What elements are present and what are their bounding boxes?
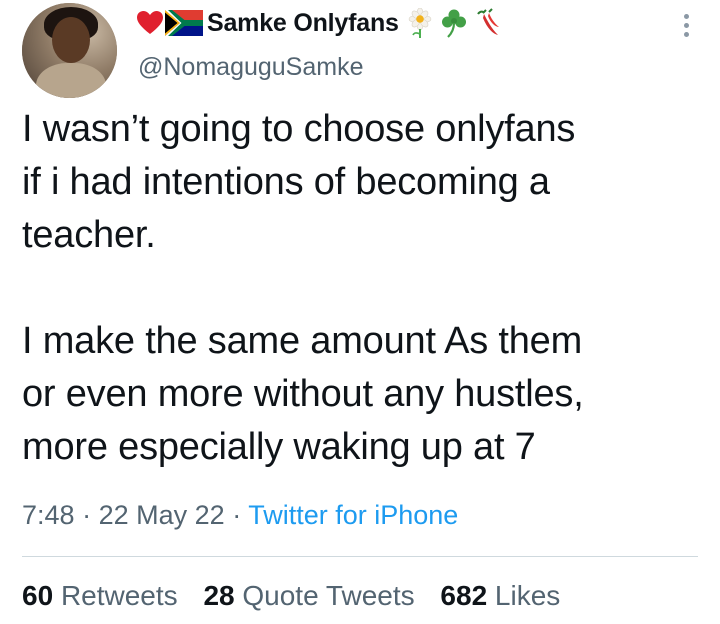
south-africa-flag-icon xyxy=(165,10,203,36)
tweet-source-link[interactable]: Twitter for iPhone xyxy=(248,500,458,530)
likes-count: 682 xyxy=(440,580,488,611)
likes-label: Likes xyxy=(494,580,561,611)
divider xyxy=(22,556,698,557)
red-heart-icon xyxy=(137,11,163,34)
quote-tweets-stat[interactable]: 28 Quote Tweets xyxy=(203,580,414,611)
avatar[interactable] xyxy=(22,3,117,98)
tweet-stats: 60 Retweets 28 Quote Tweets 682 Likes xyxy=(22,580,578,612)
meta-separator: · xyxy=(232,500,242,530)
shamrock-icon xyxy=(441,9,466,38)
retweets-label: Retweets xyxy=(60,580,178,611)
author-display-name[interactable]: Samke Onlyfans xyxy=(207,9,399,38)
meta-separator: · xyxy=(82,500,92,530)
author-name-row[interactable]: Samke Onlyfans xyxy=(137,5,501,41)
retweets-stat[interactable]: 60 Retweets xyxy=(22,580,178,611)
author-handle[interactable]: @NomaguguSamke xyxy=(138,53,364,82)
tweet-time[interactable]: 7:48 xyxy=(22,500,75,530)
tweet-meta: 7:48 · 22 May 22 · Twitter for iPhone xyxy=(22,500,458,531)
chili-pepper-icon xyxy=(476,8,499,35)
tweet-date[interactable]: 22 May 22 xyxy=(99,500,225,530)
likes-stat[interactable]: 682 Likes xyxy=(440,580,560,611)
quotes-count: 28 xyxy=(203,580,235,611)
tweet-text: I wasn’t going to choose onlyfans if i h… xyxy=(22,108,584,468)
more-options-icon[interactable] xyxy=(684,14,690,37)
quotes-label: Quote Tweets xyxy=(242,580,415,611)
daisy-blossom-icon xyxy=(408,8,432,38)
retweets-count: 60 xyxy=(22,580,54,611)
